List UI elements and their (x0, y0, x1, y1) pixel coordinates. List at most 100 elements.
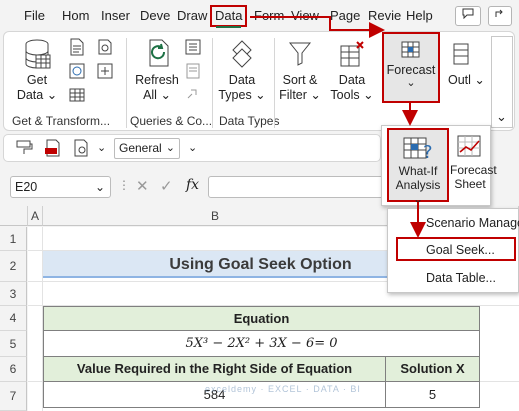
forecast-icon (401, 41, 420, 58)
select-all-corner[interactable] (0, 206, 28, 226)
forecast-button[interactable]: Forecast ⌄ (382, 32, 440, 103)
sort-filter-line2: Filter (279, 88, 307, 102)
chevron-down-icon: ⌄ (165, 142, 175, 154)
tab-home[interactable]: Hom (62, 5, 89, 27)
ribbon-scroll-panel[interactable]: ⌄ (491, 36, 513, 128)
table-icon (69, 88, 85, 102)
insert-function-button[interactable]: fx (186, 177, 199, 193)
tab-developer[interactable]: Deve (140, 5, 170, 27)
chevron-down-icon: ⌄ (359, 88, 374, 102)
forecast-label: Forecast (386, 63, 436, 77)
get-data-line1: Get (26, 73, 48, 87)
refresh-all-button[interactable]: Refresh All ⌄ (132, 38, 182, 103)
from-table-button[interactable] (68, 86, 88, 106)
tab-file[interactable]: File (24, 5, 45, 27)
row-header-3[interactable]: 3 (0, 282, 27, 306)
print-preview-icon[interactable] (72, 139, 90, 157)
row-header-1[interactable]: 1 (0, 227, 27, 251)
text-file-icon (70, 38, 84, 56)
edit-links-button[interactable] (184, 86, 204, 106)
collapse-ribbon-icon[interactable]: ⌄ (496, 109, 507, 125)
forecast-sheet-line1: Forecast (450, 163, 497, 177)
group-label-get-transform: Get & Transform... (12, 114, 111, 128)
value-header-cell[interactable]: Value Required in the Right Side of Equa… (43, 356, 386, 382)
row-header-7[interactable]: 7 (0, 382, 27, 411)
outline-label: Outl (448, 73, 471, 87)
tab-help[interactable]: Help (406, 5, 433, 27)
goal-seek-highlight (396, 237, 516, 261)
format-painter-icon[interactable] (16, 140, 34, 156)
tab-data-label: Data (215, 8, 243, 23)
tab-data[interactable]: Data (210, 5, 248, 28)
data-types-line2: Types (218, 88, 252, 102)
name-box[interactable]: E20 ⌄ (10, 176, 111, 198)
what-if-icon: ? (403, 137, 433, 163)
group-separator (274, 38, 275, 128)
solution-cell[interactable]: 5 (385, 381, 480, 408)
watermark: exceldemy · EXCEL · DATA · BI (205, 384, 361, 394)
svg-text:?: ? (423, 142, 433, 163)
existing-connections-button[interactable] (96, 62, 116, 82)
recent-sources-button[interactable] (96, 38, 116, 58)
row-header-6[interactable]: 6 (0, 357, 27, 382)
data-types-button[interactable]: Data Types ⌄ (217, 38, 267, 103)
menu-item-data-table[interactable]: Data Table... (388, 267, 519, 289)
more-commands-icon[interactable]: ⌄ (188, 141, 197, 154)
chevron-down-icon: ⌄ (470, 73, 485, 87)
from-web-button[interactable] (68, 62, 88, 82)
refresh-line2: All (143, 88, 157, 102)
get-data-line2: Data (16, 88, 44, 102)
chevron-down-icon: ⌄ (94, 180, 105, 194)
data-tools-line2: Tools (330, 88, 360, 102)
equation-cell[interactable]: 5X³ − 2X² + 3X − 6= 0 (43, 330, 480, 357)
row-header-4[interactable]: 4 (0, 306, 27, 331)
tab-draw[interactable]: Draw (177, 5, 207, 27)
queries-connections-button[interactable] (184, 38, 204, 58)
drag-handle-icon[interactable]: ⋮ (118, 178, 130, 192)
data-tools-icon (340, 41, 364, 67)
data-types-line1: Data (228, 73, 256, 87)
forecast-sheet-button[interactable]: Forecast Sheet (450, 132, 497, 191)
comment-icon (462, 8, 474, 20)
column-header-a[interactable]: A (28, 206, 43, 226)
chevron-down-icon: ⌄ (306, 88, 321, 102)
chevron-down-icon: ⌄ (412, 192, 424, 206)
formula-input[interactable] (208, 176, 388, 198)
share-icon (495, 9, 503, 17)
menu-item-scenario-manager[interactable]: Scenario Manager... (388, 212, 519, 234)
number-format-select[interactable]: General ⌄ (114, 138, 180, 159)
sort-filter-button[interactable]: Sort & Filter ⌄ (278, 38, 322, 103)
ribbon-panel: Get Data ⌄ Get & Transform... Refresh Al… (3, 31, 515, 131)
chevron-down-icon[interactable]: ⌄ (97, 141, 106, 154)
what-if-line2: Analysis (395, 178, 441, 192)
get-data-button[interactable]: Get Data ⌄ (14, 38, 60, 103)
database-icon (25, 39, 51, 69)
solution-header-cell[interactable]: Solution X (385, 356, 480, 382)
pdf-icon[interactable] (44, 139, 62, 157)
links-icon (187, 89, 197, 99)
tab-insert[interactable]: Inser (101, 5, 130, 27)
from-text-button[interactable] (68, 38, 88, 58)
tab-view[interactable]: View (291, 5, 319, 27)
enter-icon[interactable]: ✓ (160, 177, 173, 195)
tab-review[interactable]: Revie (368, 5, 401, 27)
group-label-data-types: Data Types (219, 114, 280, 128)
outline-icon (453, 43, 469, 65)
chevron-down-icon: ⌄ (251, 88, 266, 102)
equation-header-cell[interactable]: Equation (43, 306, 480, 331)
cancel-icon[interactable]: ✕ (136, 177, 149, 195)
comments-button[interactable] (455, 6, 481, 26)
tab-formulas[interactable]: Form (254, 5, 284, 27)
data-tools-button[interactable]: Data Tools ⌄ (329, 38, 375, 103)
share-button[interactable] (488, 6, 512, 26)
tab-page-layout[interactable]: Page (330, 5, 360, 27)
web-icon (69, 63, 85, 79)
chevron-down-icon: ⌄ (156, 88, 171, 102)
what-if-analysis-button[interactable]: ? What-If Analysis ⌄ (387, 128, 449, 206)
outline-button[interactable]: Outl ⌄ (448, 38, 488, 88)
ribbon-tabs: File Hom Inser Deve Draw Data Form View … (0, 0, 519, 30)
row-header-5[interactable]: 5 (0, 331, 27, 357)
row-header-2[interactable]: 2 (0, 251, 27, 282)
properties-icon (186, 63, 200, 79)
properties-button[interactable] (184, 62, 204, 82)
